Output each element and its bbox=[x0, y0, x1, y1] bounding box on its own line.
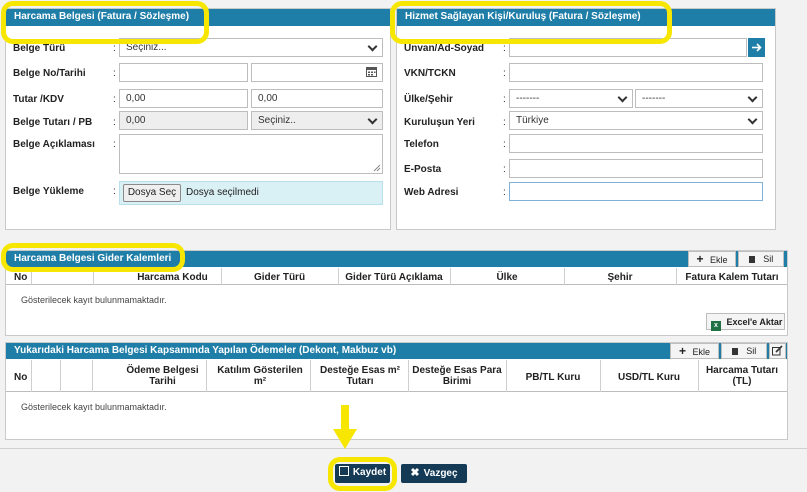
excel-icon: x bbox=[711, 321, 721, 331]
col-no: No bbox=[14, 372, 28, 383]
arrow-right-icon bbox=[752, 43, 762, 52]
col-divider bbox=[60, 360, 61, 392]
eposta-input[interactable] bbox=[509, 159, 763, 178]
col-gider-turu: Gider Türü bbox=[253, 272, 306, 283]
colon: : bbox=[503, 68, 506, 79]
kurulus-yeri-label: Kuruluşun Yeri bbox=[404, 117, 475, 128]
col-no: No bbox=[14, 272, 28, 283]
colon: : bbox=[113, 186, 116, 197]
col-harcama-kodu: Harcama Kodu bbox=[137, 272, 208, 283]
odeme-edit-button[interactable] bbox=[769, 343, 786, 359]
belge-tutari-input: 0,00 bbox=[119, 111, 248, 130]
tutar-kdv-label: Tutar /KDV bbox=[13, 94, 64, 105]
vkn-label: VKN/TCKN bbox=[404, 68, 456, 79]
tutar-input[interactable]: 0,00 bbox=[119, 89, 248, 108]
plus-icon: + bbox=[696, 252, 704, 266]
col-gider-turu-aciklama: Gider Türü Açıklama bbox=[345, 272, 443, 283]
belge-no-tarihi-label: Belge No/Tarihi bbox=[13, 68, 86, 79]
excel-export-button[interactable]: x Excel'e Aktar bbox=[706, 313, 785, 331]
col-sehir: Şehir bbox=[607, 272, 633, 283]
colon: : bbox=[113, 94, 116, 105]
col-divider bbox=[92, 360, 93, 392]
odeme-ekle-button[interactable]: + Ekle bbox=[670, 343, 719, 359]
kdv-input[interactable]: 0,00 bbox=[251, 89, 383, 108]
col-harcama-tutari-tl: Harcama Tutarı (TL) bbox=[705, 365, 779, 387]
eposta-label: E-Posta bbox=[404, 164, 442, 175]
plus-icon: + bbox=[678, 344, 686, 358]
vazgec-button[interactable]: ✖ Vazgeç bbox=[401, 464, 467, 483]
colon: : bbox=[503, 139, 506, 150]
gider-empty-text: Gösterilecek kayıt bulunmamaktadır. bbox=[21, 295, 167, 305]
kurulus-yeri-select[interactable]: Türkiye bbox=[509, 111, 763, 130]
colon: : bbox=[113, 117, 116, 128]
calendar-icon[interactable] bbox=[366, 66, 377, 77]
edit-icon bbox=[772, 345, 783, 356]
odeme-sil-button[interactable]: Sil bbox=[721, 343, 767, 359]
telefon-label: Telefon bbox=[404, 139, 439, 150]
belge-no-input[interactable] bbox=[119, 63, 248, 82]
highlight-kaydet bbox=[328, 457, 397, 491]
belge-tutari-pb-label: Belge Tutarı / PB bbox=[13, 117, 93, 128]
col-destege-esas-m2-tutari: Desteğe Esas m² Tutarı bbox=[319, 365, 401, 387]
col-pb-tl-kuru: PB/TL Kuru bbox=[525, 372, 581, 383]
trash-icon bbox=[731, 348, 738, 355]
col-divider bbox=[31, 360, 32, 392]
highlight-hizmet-saglayan bbox=[390, 1, 672, 44]
colon: : bbox=[503, 187, 506, 198]
col-ulke: Ülke bbox=[496, 272, 518, 283]
col-divider bbox=[698, 360, 699, 392]
unvan-search-button[interactable] bbox=[748, 38, 765, 57]
colon: : bbox=[113, 139, 116, 150]
col-divider bbox=[206, 360, 207, 392]
belge-yukleme-label: Belge Yükleme bbox=[13, 186, 84, 197]
vkn-input[interactable] bbox=[509, 63, 763, 82]
footer-separator bbox=[0, 448, 807, 449]
colon: : bbox=[503, 117, 506, 128]
gider-ekle-button[interactable]: + Ekle bbox=[688, 251, 736, 267]
para-birimi-select[interactable]: Seçiniz.. bbox=[251, 111, 383, 130]
col-usd-tl-kuru: USD/TL Kuru bbox=[617, 372, 681, 383]
telefon-input[interactable] bbox=[509, 134, 763, 153]
ulke-sehir-label: Ülke/Şehir bbox=[404, 94, 453, 105]
belge-tarihi-input[interactable] bbox=[251, 63, 383, 82]
resize-handle-icon[interactable] bbox=[372, 163, 381, 172]
web-adresi-input[interactable] bbox=[509, 182, 763, 201]
belge-turu-label: Belge Türü bbox=[13, 43, 66, 54]
col-fatura-kalem-tutari: Fatura Kalem Tutarı bbox=[685, 272, 779, 283]
web-adresi-label: Web Adresi bbox=[404, 187, 459, 198]
trash-icon bbox=[748, 256, 755, 263]
unvan-label: Unvan/Ad-Soyad bbox=[404, 43, 485, 54]
col-divider bbox=[310, 360, 311, 392]
col-odeme-belgesi-tarihi: Ödeme Belgesi Tarihi bbox=[126, 365, 199, 387]
belge-aciklamasi-label: Belge Açıklaması bbox=[13, 139, 95, 150]
odeme-empty-text: Gösterilecek kayıt bulunmamaktadır. bbox=[21, 402, 167, 412]
col-katilim-m2: Katılım Gösterilen m² bbox=[217, 365, 303, 387]
gider-sil-button[interactable]: Sil bbox=[738, 251, 784, 267]
belge-aciklamasi-textarea[interactable] bbox=[119, 134, 383, 174]
dosya-sec-button[interactable]: Dosya Seç bbox=[123, 184, 181, 202]
odemeler-title: Yukarıdaki Harcama Belgesi Kapsamında Ya… bbox=[14, 345, 397, 356]
colon: : bbox=[503, 164, 506, 175]
colon: : bbox=[503, 94, 506, 105]
dosya-status: Dosya seçilmedi bbox=[186, 187, 259, 198]
close-icon: ✖ bbox=[410, 467, 420, 479]
highlight-harcama-belgesi bbox=[1, 1, 209, 44]
down-arrow-icon bbox=[333, 405, 357, 449]
sehir-select[interactable]: ------- bbox=[635, 89, 763, 108]
colon: : bbox=[503, 43, 506, 54]
col-destege-esas-para-birimi: Desteğe Esas Para Birimi bbox=[412, 365, 502, 387]
ulke-select[interactable]: ------- bbox=[509, 89, 633, 108]
highlight-gider-kalemleri bbox=[1, 243, 185, 272]
colon: : bbox=[113, 43, 116, 54]
colon: : bbox=[113, 68, 116, 79]
